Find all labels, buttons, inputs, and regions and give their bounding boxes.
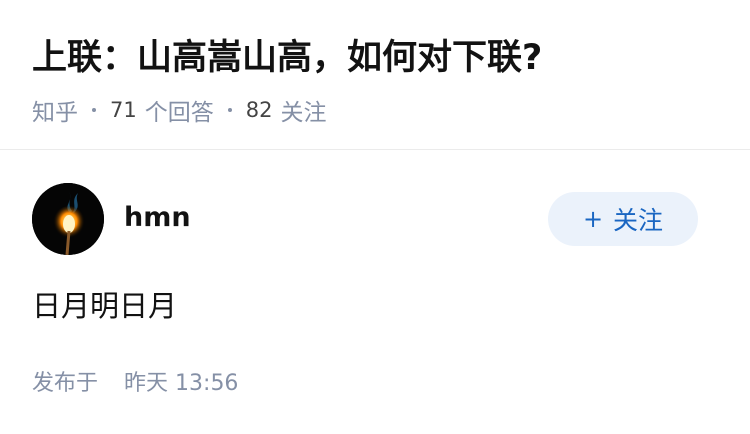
publish-clock: 13:56: [175, 371, 239, 396]
answer-content: 日月明日月: [32, 289, 178, 323]
author-name[interactable]: hmn: [124, 200, 191, 236]
follower-count-label: 关注: [280, 100, 327, 126]
question-header: 上联：山高嵩山高，如何对下联? 知乎 71 个回答 82 关注: [0, 0, 750, 150]
answer-count-label: 个回答: [144, 100, 214, 126]
question-meta: 知乎 71 个回答 82 关注: [32, 92, 326, 128]
avatar[interactable]: [32, 183, 104, 255]
match-flame-avatar-icon: [32, 183, 104, 255]
source-label[interactable]: 知乎: [32, 93, 78, 127]
separator-dot: [92, 108, 96, 112]
answer-card: hmn + 关注 日月明日月 发布于 昨天 13:56: [0, 150, 750, 434]
answer-count: 71: [110, 98, 137, 122]
follower-count: 82: [245, 98, 273, 122]
separator-dot: [227, 108, 232, 112]
follow-button-label: 关注: [613, 206, 664, 235]
plus-icon: +: [582, 205, 604, 233]
publish-label: 发布于: [32, 371, 99, 396]
question-title[interactable]: 上联：山高嵩山高，如何对下联?: [32, 34, 542, 82]
publish-time: 发布于 昨天 13:56: [32, 366, 238, 402]
publish-day: 昨天: [124, 371, 169, 396]
follow-button[interactable]: + 关注: [548, 192, 698, 246]
